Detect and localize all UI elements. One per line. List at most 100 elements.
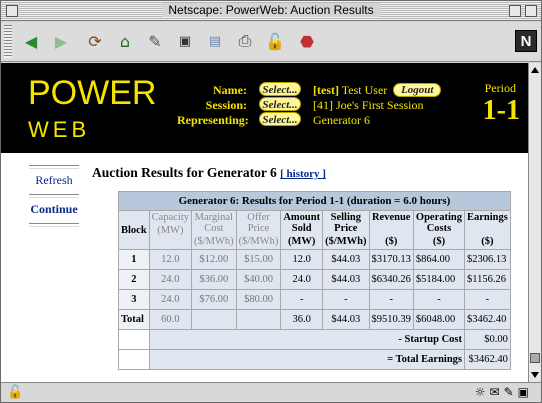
cell-operating-costs: $5184.00 [413,270,464,289]
select-buttons: Select... Select... Select... [259,82,301,127]
session-labels: Name: Session: Representing: [177,83,249,128]
startup-cost-value: $0.00 [465,330,510,349]
browser-window: Netscape: PowerWeb: Auction Results ◀ ▶ … [0,0,542,403]
cell-empty [119,350,149,369]
refresh-link[interactable]: Refresh [29,173,79,188]
cell-earnings: - [465,290,510,309]
col-operating-costs: Operating Costs ($) [413,211,464,249]
session-values: [test] Test User Logout [41] Joe's First … [313,83,442,128]
cell-block: 3 [119,290,149,309]
navigator-icon[interactable]: ▣ [518,385,533,399]
table-header-row: Block Capacity (MW) Marginal Cost ($/MWh) … [119,211,510,249]
page-title: Auction Results for Generator 6 [ histor… [92,165,326,181]
cell-capacity: 24.0 [149,270,191,289]
cell-amount-sold: 24.0 [281,270,323,289]
cell-total-selling: $44.03 [323,310,369,329]
forward-icon[interactable]: ▶ [51,31,71,51]
cell-earnings: $2306.13 [465,250,510,269]
total-earnings-row: = Total Earnings $3462.40 [119,350,510,369]
col-revenue: Revenue ($) [369,211,413,249]
toolbar: ◀ ▶ ⟳ ⌂ ✎ ▣ ▤ ⎙ 🔓 ⬣ N [1,22,541,62]
status-icons: ☼✉✎▣ [475,385,533,399]
scroll-up-icon[interactable] [531,67,539,73]
page-content: POWER WEB Name: Session: Representing: S… [1,63,528,382]
table-caption: Generator 6: Results for Period 1-1 (dur… [119,192,510,210]
history-link[interactable]: [ history ] [280,168,326,180]
cell-total-capacity: 60.0 [149,310,191,329]
col-marginal-cost: Marginal Cost ($/MWh) [192,211,236,249]
scroll-thumb[interactable] [530,353,540,363]
select-name-button[interactable]: Select... [259,82,301,96]
period-label: Period [484,81,516,95]
cell-total-amount: 36.0 [281,310,323,329]
print-icon[interactable]: ⎙ [235,31,255,51]
col-amount-sold: Amount Sold (MW) [281,211,323,249]
cell-marginal-cost: $12.00 [192,250,236,269]
cell-total-label: Total [119,310,149,329]
col-earnings: Earnings ($) [465,211,510,249]
security-lock-icon[interactable]: 🔓 [7,385,23,400]
table-caption-row: Generator 6: Results for Period 1-1 (dur… [119,192,510,210]
cell-capacity: 24.0 [149,290,191,309]
total-earnings-label: = Total Earnings [149,350,464,369]
cell-offer-price: $15.00 [236,250,281,269]
reload-icon[interactable]: ⟳ [85,31,105,51]
cell-marginal-cost: $76.00 [192,290,236,309]
back-icon[interactable]: ◀ [21,31,41,51]
cell-selling-price: $44.03 [323,250,369,269]
toolbar-grip[interactable] [4,25,12,58]
select-representing-button[interactable]: Select... [259,112,301,126]
cell-block: 1 [119,250,149,269]
cell-amount-sold: - [281,290,323,309]
powerweb-logo: POWER [28,74,157,112]
user-name: Test User [341,83,388,97]
stop-icon[interactable]: ⬣ [297,31,317,51]
table-row: 1 12.0 $12.00 $15.00 12.0 $44.03 $3170.1… [119,250,510,269]
cell-selling-price: - [323,290,369,309]
cell-earnings: $1156.26 [465,270,510,289]
startup-cost-row: - Startup Cost $0.00 [119,330,510,349]
period-value: 1-1 [482,95,520,126]
window-title: Netscape: PowerWeb: Auction Results [162,3,380,17]
vertical-scrollbar[interactable] [528,63,541,382]
security-icon[interactable]: 🔓 [265,31,285,51]
col-block: Block [119,211,149,249]
title-bar[interactable]: Netscape: PowerWeb: Auction Results [1,1,541,21]
status-bar: 🔓 ☼✉✎▣ [1,382,541,402]
cell-revenue: $6340.26 [369,270,413,289]
cell-selling-price: $44.03 [323,270,369,289]
col-selling-price: Selling Price ($/MWh) [323,211,369,249]
collapse-box[interactable] [525,5,537,17]
home-icon[interactable]: ⌂ [115,31,135,51]
scroll-down-icon[interactable] [531,372,539,378]
table-total-row: Total 60.0 36.0 $44.03 $9510.39 $6048.00… [119,310,510,329]
mail-icon[interactable]: ✉ [490,385,504,399]
startup-cost-label: - Startup Cost [149,330,464,349]
cell-operating-costs: - [413,290,464,309]
netscape-logo[interactable]: N [515,30,537,52]
logout-button[interactable]: Logout [393,83,442,97]
session-value: [41] Joe's First Session [313,98,424,112]
cell-total-revenue: $9510.39 [369,310,413,329]
search-icon[interactable]: ✎ [145,31,165,51]
cell-capacity: 12.0 [149,250,191,269]
cell-marginal-cost: $36.00 [192,270,236,289]
page-title-text: Auction Results for Generator 6 [92,165,277,180]
cell-total-earnings: $3462.40 [465,310,510,329]
composer-icon[interactable]: ✎ [504,385,518,399]
divider [29,165,79,169]
representing-value: Generator 6 [313,113,370,127]
session-label: Session: [205,98,247,112]
table-row: 2 24.0 $36.00 $40.00 24.0 $44.03 $6340.2… [119,270,510,289]
component-icon[interactable]: ☼ [475,385,490,399]
netcenter-icon[interactable]: ▣ [175,31,195,51]
zoom-box[interactable] [509,5,521,17]
side-navigation: Refresh Continue [29,165,79,231]
select-session-button[interactable]: Select... [259,97,301,111]
representing-label: Representing: [177,113,249,127]
images-icon[interactable]: ▤ [205,31,225,51]
cell-block: 2 [119,270,149,289]
user-tag: [test] [313,83,339,97]
continue-link[interactable]: Continue [29,202,79,217]
total-earnings-value: $3462.40 [465,350,510,369]
